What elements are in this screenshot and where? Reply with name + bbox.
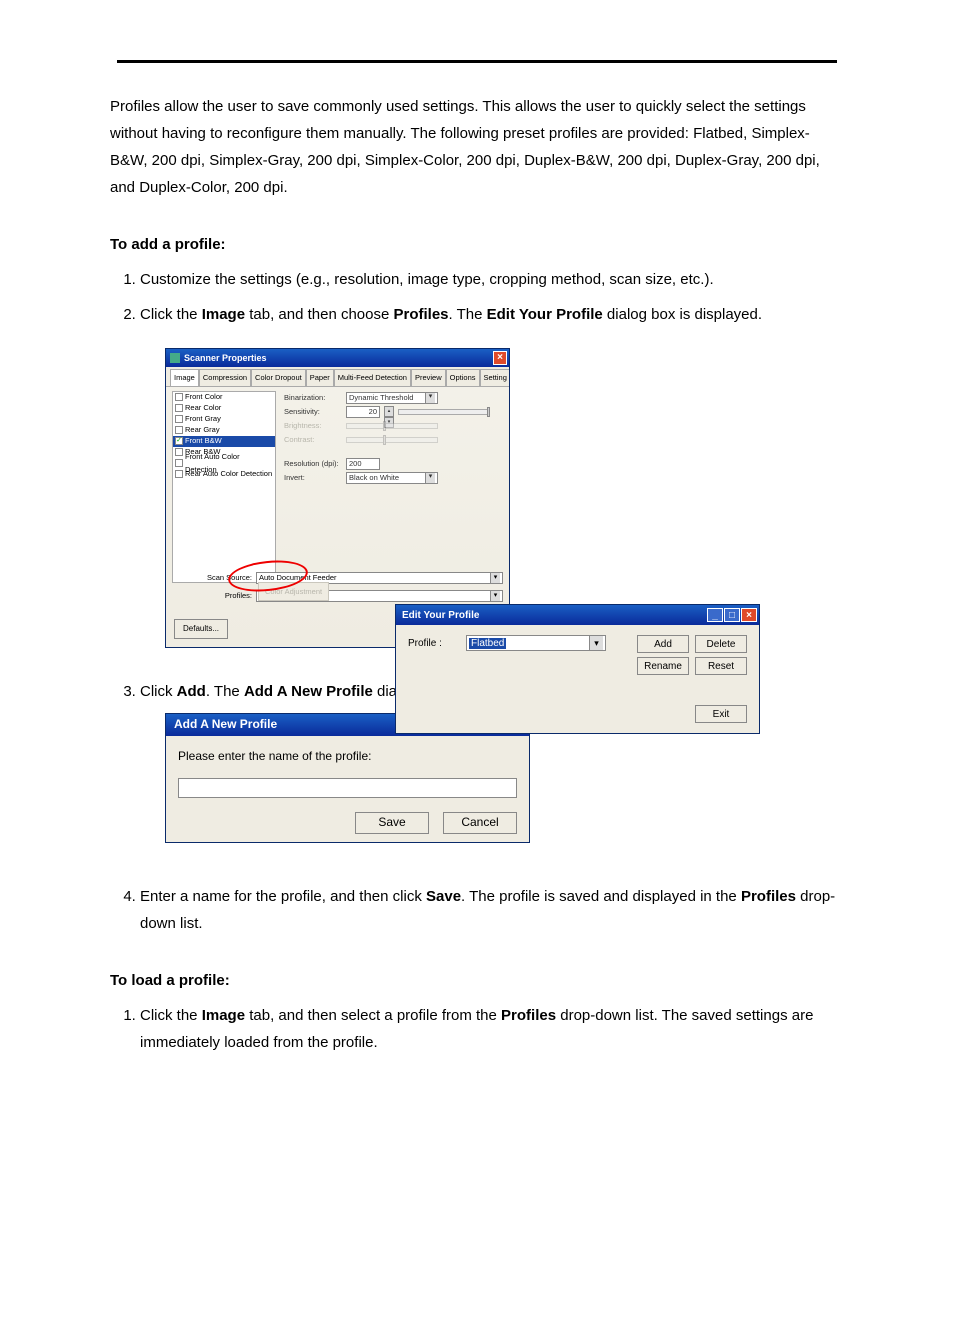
tab-preview[interactable]: Preview: [411, 369, 446, 386]
minimize-icon[interactable]: _: [707, 608, 723, 622]
profile-name-input[interactable]: [178, 778, 517, 798]
checkbox-icon[interactable]: [175, 448, 183, 456]
color-adjustment-button: Color Adjustment: [258, 582, 329, 602]
add-title-text: Add A New Profile: [174, 714, 277, 736]
lower-settings: Scan Source: Auto Document Feeder ▾ Prof…: [172, 571, 503, 607]
chevron-down-icon: ▾: [490, 573, 500, 583]
profiles-label: Profiles:: [172, 589, 252, 603]
brightness-label: Brightness:: [284, 419, 342, 433]
checkbox-icon[interactable]: [175, 404, 183, 412]
chevron-down-icon: ▾: [490, 591, 500, 601]
load-profile-heading: To load a profile:: [110, 967, 844, 994]
exit-button[interactable]: Exit: [695, 705, 747, 723]
reset-button[interactable]: Reset: [695, 657, 747, 675]
sensitivity-input[interactable]: 20: [346, 406, 380, 418]
checkbox-icon[interactable]: [175, 393, 183, 401]
settings-panel: Binarization: Dynamic Threshold ▾ Sensit…: [276, 391, 503, 583]
close-icon[interactable]: ×: [741, 608, 757, 622]
binarization-label: Binarization:: [284, 391, 342, 405]
scanner-tabs: Image Compression Color Dropout Paper Mu…: [166, 367, 509, 387]
tab-image[interactable]: Image: [170, 369, 199, 386]
binarization-dropdown[interactable]: Dynamic Threshold ▾: [346, 392, 438, 404]
sensitivity-slider[interactable]: [398, 409, 490, 415]
chevron-down-icon: ▾: [425, 393, 435, 403]
brightness-slider: [346, 423, 438, 429]
chevron-down-icon: ▾: [425, 473, 435, 483]
contrast-slider: [346, 437, 438, 443]
delete-button[interactable]: Delete: [695, 635, 747, 653]
edit-titlebar: Edit Your Profile _ □ ×: [396, 605, 759, 625]
add-profile-steps-cont2: Enter a name for the profile, and then c…: [110, 883, 844, 937]
rename-button[interactable]: Rename: [637, 657, 689, 675]
scanner-titlebar: Scanner Properties ×: [166, 349, 509, 367]
checkbox-icon[interactable]: [175, 426, 183, 434]
image-selection-box: Front Color Rear Color Front Gray Rear G…: [172, 391, 276, 583]
invert-dropdown[interactable]: Black on White ▾: [346, 472, 438, 484]
horizontal-rule: [117, 60, 837, 63]
cancel-button[interactable]: Cancel: [443, 812, 517, 834]
step-1: Customize the settings (e.g., resolution…: [140, 266, 844, 293]
close-icon[interactable]: ×: [493, 351, 507, 365]
checkbox-icon[interactable]: ✓: [175, 437, 183, 445]
sensitivity-spinner[interactable]: ▴▾: [384, 406, 394, 418]
tab-color-dropout[interactable]: Color Dropout: [251, 369, 306, 386]
scanner-title-text: Scanner Properties: [184, 350, 267, 366]
checkbox-icon[interactable]: [175, 470, 183, 478]
tab-compression[interactable]: Compression: [199, 369, 251, 386]
profile-dropdown[interactable]: Flatbed ▾: [466, 635, 606, 651]
profile-label: Profile :: [408, 638, 458, 649]
intro-text: Profiles allow the user to save commonly…: [110, 93, 844, 201]
checkbox-icon[interactable]: [175, 459, 183, 467]
edit-your-profile-window: Edit Your Profile _ □ × Profile : Flatbe…: [395, 604, 760, 734]
load-step-1: Click the Image tab, and then select a p…: [140, 1002, 844, 1056]
scanner-properties-window: Scanner Properties × Image Compression C…: [165, 348, 510, 648]
sensitivity-label: Sensitivity:: [284, 405, 342, 419]
resolution-input[interactable]: 200: [346, 458, 380, 470]
scan-source-label: Scan Source:: [172, 571, 252, 585]
add-button[interactable]: Add: [637, 635, 689, 653]
list-item[interactable]: Rear Auto Color Detection: [173, 469, 275, 480]
edit-title-text: Edit Your Profile: [402, 610, 479, 621]
checkbox-icon[interactable]: [175, 415, 183, 423]
load-profile-steps: Click the Image tab, and then select a p…: [110, 1002, 844, 1056]
maximize-icon[interactable]: □: [724, 608, 740, 622]
resolution-label: Resolution (dpi):: [284, 457, 342, 471]
invert-label: Invert:: [284, 471, 342, 485]
tab-multi-feed[interactable]: Multi-Feed Detection: [334, 369, 411, 386]
contrast-label: Contrast:: [284, 433, 342, 447]
scanner-app-icon: [170, 353, 180, 363]
add-profile-steps: Customize the settings (e.g., resolution…: [110, 266, 844, 328]
save-button[interactable]: Save: [355, 812, 429, 834]
step-2: Click the Image tab, and then choose Pro…: [140, 301, 844, 328]
tab-setting[interactable]: Setting: [480, 369, 509, 386]
tab-paper[interactable]: Paper: [306, 369, 334, 386]
add-profile-heading: To add a profile:: [110, 231, 844, 258]
chevron-down-icon: ▾: [589, 636, 603, 650]
tab-options[interactable]: Options: [446, 369, 480, 386]
step-4: Enter a name for the profile, and then c…: [140, 883, 844, 937]
defaults-button[interactable]: Defaults...: [174, 619, 228, 639]
add-prompt-text: Please enter the name of the profile:: [178, 746, 517, 768]
